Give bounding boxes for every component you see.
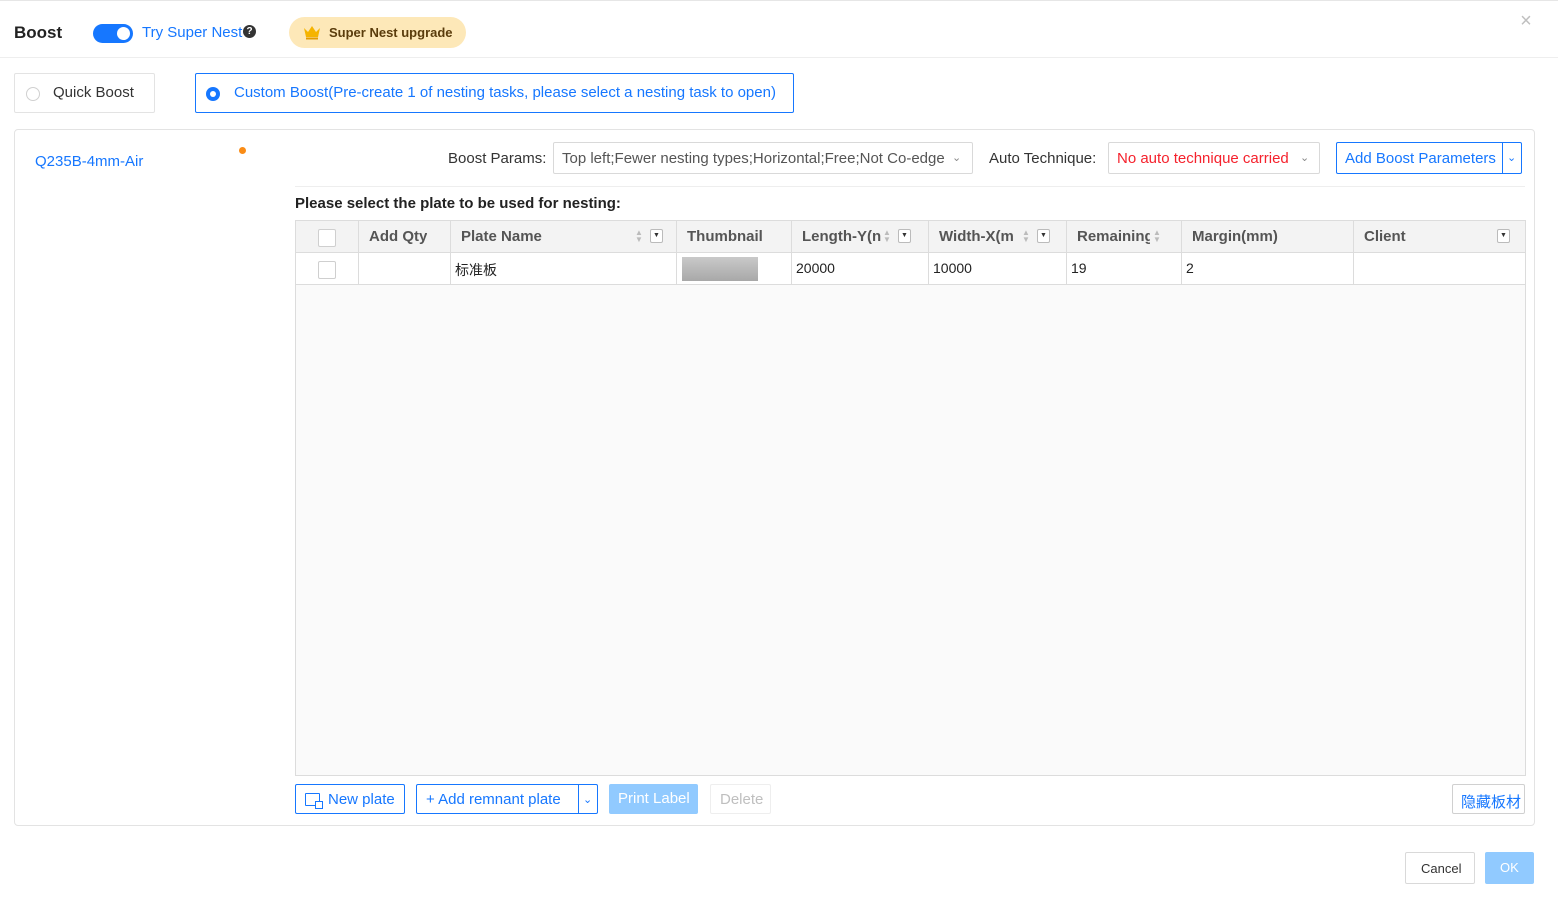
boost-params-label: Boost Params:: [448, 150, 547, 167]
cell-length-value: 20000: [796, 260, 835, 276]
cell-client: [1354, 253, 1525, 284]
cell-add-qty[interactable]: [359, 253, 451, 284]
dialog-title: Boost: [14, 23, 63, 42]
plate-select-hint: Please select the plate to be used for n…: [295, 195, 621, 212]
header-margin-label: Margin(mm): [1192, 228, 1278, 245]
toggle-knob: [117, 27, 130, 40]
cell-length: 20000: [792, 253, 929, 284]
hide-plates-label: 隐藏板材: [1461, 794, 1522, 811]
new-plate-button[interactable]: New plate: [295, 784, 405, 814]
add-remnant-plate-dropdown[interactable]: ⌄: [578, 784, 598, 814]
header-length[interactable]: Length-Y(n ▲ ▼ ▼: [792, 221, 929, 252]
hide-plates-button[interactable]: 隐藏板材: [1452, 784, 1525, 814]
ok-button[interactable]: OK: [1485, 852, 1534, 884]
task-status-dot: [239, 147, 246, 154]
custom-boost-option[interactable]: Custom Boost(Pre-create 1 of nesting tas…: [195, 73, 794, 113]
cancel-label: Cancel: [1421, 861, 1462, 876]
header-client[interactable]: Client ▼: [1354, 221, 1525, 252]
sort-icon[interactable]: ▲ ▼: [883, 229, 891, 244]
dialog-header: Boost Try Super Nest ? Super Nest upgrad…: [0, 0, 1558, 58]
ok-label: OK: [1500, 860, 1519, 875]
header-add-qty-label: Add Qty: [369, 228, 428, 245]
header-width-label: Width-X(m: [939, 228, 1014, 245]
header-remaining[interactable]: Remaining ▲ ▼: [1067, 221, 1182, 252]
custom-boost-radio[interactable]: [206, 87, 220, 101]
add-remnant-plate-label: + Add remnant plate: [426, 791, 561, 808]
crown-icon: [304, 26, 320, 40]
delete-button[interactable]: Delete: [710, 784, 771, 814]
delete-label: Delete: [720, 791, 764, 808]
boost-params-value: Top left;Fewer nesting types;Horizontal;…: [562, 150, 945, 167]
add-boost-parameters-dropdown[interactable]: ⌄: [1502, 142, 1522, 174]
boost-params-select[interactable]: Top left;Fewer nesting types;Horizontal;…: [553, 142, 973, 174]
header-margin: Margin(mm): [1182, 221, 1354, 252]
filter-icon[interactable]: ▼: [650, 229, 663, 243]
chevron-down-icon: ⌄: [583, 794, 593, 806]
quick-boost-radio[interactable]: [26, 87, 40, 101]
cell-plate-name-value: 标准板: [455, 262, 497, 278]
cell-plate-name: 标准板: [451, 253, 677, 284]
sort-icon[interactable]: ▲ ▼: [1153, 229, 1161, 244]
header-length-label: Length-Y(n: [802, 228, 882, 245]
header-add-qty: Add Qty: [359, 221, 451, 252]
select-all-checkbox[interactable]: [318, 229, 336, 247]
header-thumbnail-label: Thumbnail: [687, 228, 763, 245]
super-nest-upgrade-button[interactable]: Super Nest upgrade: [289, 17, 466, 48]
row-select-cell: [296, 253, 359, 284]
close-icon[interactable]: ×: [1518, 11, 1534, 31]
plate-thumbnail: [682, 257, 758, 281]
plate-table: Add Qty Plate Name ▲ ▼ ▼ Thumbnail Length…: [295, 220, 1526, 776]
chevron-down-icon: ⌄: [1507, 152, 1517, 164]
table-row[interactable]: 标准板 20000 10000 19 2: [296, 253, 1525, 285]
cell-remaining: 19: [1067, 253, 1182, 284]
cell-thumbnail: [677, 253, 792, 284]
header-client-label: Client: [1364, 228, 1406, 245]
cell-remaining-value: 19: [1071, 260, 1087, 276]
print-label-button[interactable]: Print Label: [609, 784, 698, 814]
header-select-all: [296, 221, 359, 252]
header-remaining-label: Remaining: [1077, 228, 1150, 245]
filter-icon[interactable]: ▼: [1497, 229, 1510, 243]
cell-margin-value: 2: [1186, 260, 1194, 276]
cancel-button[interactable]: Cancel: [1405, 852, 1475, 884]
upgrade-label: Super Nest upgrade: [329, 25, 453, 40]
add-boost-parameters-button[interactable]: Add Boost Parameters: [1336, 142, 1503, 174]
super-nest-toggle[interactable]: [93, 24, 133, 43]
auto-technique-label: Auto Technique:: [989, 150, 1097, 167]
row-checkbox[interactable]: [318, 261, 336, 279]
header-width[interactable]: Width-X(m ▲ ▼ ▼: [929, 221, 1067, 252]
auto-technique-select[interactable]: No auto technique carried ⌄: [1108, 142, 1320, 174]
new-plate-icon: [305, 793, 323, 809]
print-label-label: Print Label: [618, 790, 690, 807]
help-icon[interactable]: ?: [243, 25, 256, 38]
header-thumbnail: Thumbnail: [677, 221, 792, 252]
divider: [295, 186, 1525, 187]
nesting-task-link[interactable]: Q235B-4mm-Air: [35, 153, 143, 170]
cell-margin: 2: [1182, 253, 1354, 284]
chevron-down-icon: ⌄: [952, 152, 962, 164]
add-remnant-plate-button[interactable]: + Add remnant plate: [416, 784, 579, 814]
chevron-down-icon: ⌄: [1300, 152, 1310, 164]
filter-icon[interactable]: ▼: [898, 229, 911, 243]
auto-technique-value: No auto technique carried: [1117, 150, 1289, 167]
new-plate-label: New plate: [328, 791, 395, 808]
cell-width-value: 10000: [933, 260, 972, 276]
try-super-nest-label[interactable]: Try Super Nest: [142, 24, 242, 41]
header-plate-name-label: Plate Name: [461, 228, 542, 245]
cell-width: 10000: [929, 253, 1067, 284]
header-plate-name[interactable]: Plate Name ▲ ▼ ▼: [451, 221, 677, 252]
quick-boost-option[interactable]: Quick Boost: [14, 73, 155, 113]
quick-boost-label: Quick Boost: [53, 84, 134, 101]
sort-icon[interactable]: ▲ ▼: [635, 229, 643, 244]
add-boost-parameters-label: Add Boost Parameters: [1345, 150, 1496, 167]
filter-icon[interactable]: ▼: [1037, 229, 1050, 243]
custom-boost-label: Custom Boost(Pre-create 1 of nesting tas…: [234, 84, 776, 101]
sort-icon[interactable]: ▲ ▼: [1022, 229, 1030, 244]
table-header: Add Qty Plate Name ▲ ▼ ▼ Thumbnail Length…: [296, 221, 1525, 253]
